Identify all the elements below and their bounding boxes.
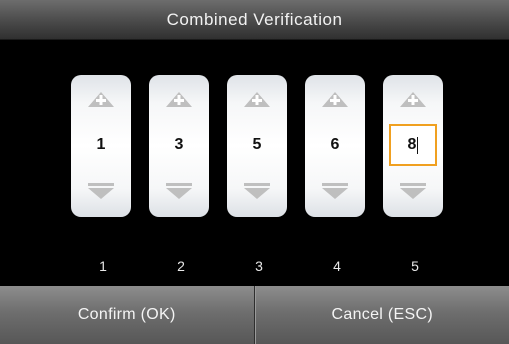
digit-value-4[interactable]: 6 xyxy=(311,124,359,166)
digit-index-label-3: 3 xyxy=(255,258,263,274)
increment-up-icon[interactable] xyxy=(241,89,273,111)
digit-spinner-4: 6 xyxy=(305,75,365,217)
decrement-down-icon[interactable] xyxy=(163,180,195,202)
digit-index-label-1: 1 xyxy=(99,258,107,274)
title-bar: Combined Verification xyxy=(0,0,509,40)
increment-up-icon[interactable] xyxy=(397,89,429,111)
increment-up-icon[interactable] xyxy=(163,89,195,111)
decrement-down-icon[interactable] xyxy=(319,180,351,202)
digit-text-4: 6 xyxy=(330,136,340,153)
digit-value-5-active-input[interactable]: 8 xyxy=(389,124,437,166)
text-cursor xyxy=(417,136,419,154)
digit-value-3[interactable]: 5 xyxy=(233,124,281,166)
decrement-down-icon[interactable] xyxy=(241,180,273,202)
cancel-button[interactable]: Cancel (ESC) xyxy=(254,286,509,344)
digit-text-2: 3 xyxy=(174,136,184,153)
digit-selector-area: 1 3 5 6 8 1 2 3 4 5 xyxy=(0,40,509,286)
digit-spinner-1: 1 xyxy=(71,75,131,217)
digit-index-label-2: 2 xyxy=(177,258,185,274)
digit-text-3: 5 xyxy=(252,136,262,153)
digit-text-1: 1 xyxy=(96,136,106,153)
digit-text-5: 8 xyxy=(407,136,417,153)
action-bar: Confirm (OK) Cancel (ESC) xyxy=(0,286,509,344)
increment-up-icon[interactable] xyxy=(319,89,351,111)
confirm-button[interactable]: Confirm (OK) xyxy=(0,286,255,344)
increment-up-icon[interactable] xyxy=(85,89,117,111)
digit-index-label-5: 5 xyxy=(411,258,419,274)
digit-value-1[interactable]: 1 xyxy=(77,124,125,166)
digit-index-label-4: 4 xyxy=(333,258,341,274)
digit-spinner-2: 3 xyxy=(149,75,209,217)
digit-spinner-3: 5 xyxy=(227,75,287,217)
digit-spinner-5: 8 xyxy=(383,75,443,217)
page-title: Combined Verification xyxy=(166,9,343,29)
decrement-down-icon[interactable] xyxy=(397,180,429,202)
digit-value-2[interactable]: 3 xyxy=(155,124,203,166)
decrement-down-icon[interactable] xyxy=(85,180,117,202)
